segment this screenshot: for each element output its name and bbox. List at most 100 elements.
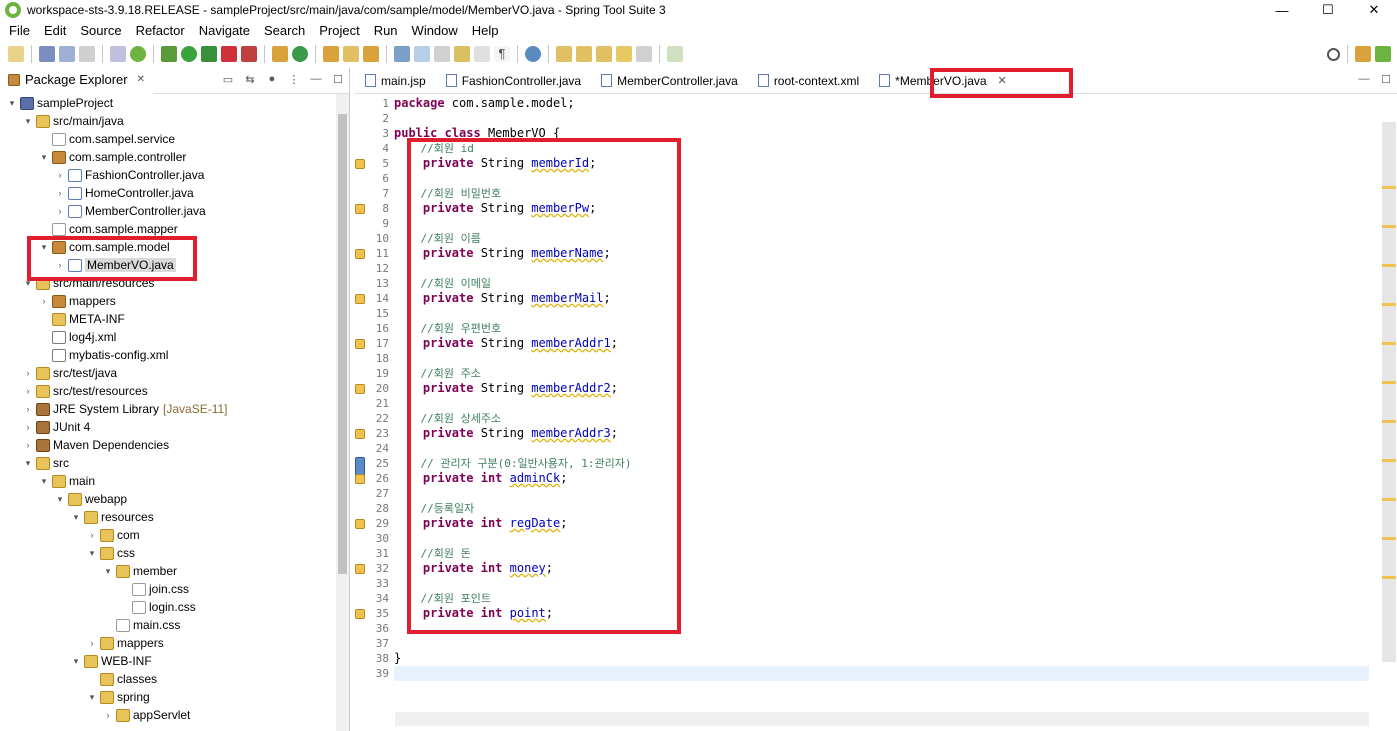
chevron-right-icon[interactable]: › [54, 188, 66, 198]
menu-search[interactable]: Search [257, 23, 312, 38]
minimize-view-icon[interactable]: — [309, 73, 323, 87]
editor-tab[interactable]: *MemberVO.java ✕ [869, 68, 1017, 93]
code-line[interactable]: //회원 이름 [394, 231, 480, 246]
overview-warning-mark[interactable] [1382, 459, 1396, 462]
minimize-editor-icon[interactable]: — [1357, 73, 1371, 87]
code-line[interactable]: //회원 포인트 [394, 591, 490, 606]
code-line[interactable]: //회원 비밀번호 [394, 186, 501, 201]
menu-run[interactable]: Run [367, 23, 405, 38]
search-icon[interactable] [363, 46, 379, 62]
tree-item[interactable]: ▾ webapp [54, 490, 127, 508]
menu-window[interactable]: Window [405, 23, 465, 38]
code-line[interactable]: private String memberPw; [394, 201, 596, 216]
code-line[interactable]: public class MemberVO { [394, 126, 560, 141]
tree-item[interactable]: ▾ src [22, 454, 69, 472]
tree-item[interactable]: ▾ resources [70, 508, 154, 526]
code-line[interactable]: private int regDate; [394, 516, 568, 531]
code-line[interactable]: private int money; [394, 561, 553, 576]
code-line[interactable]: //회원 상세주소 [394, 411, 501, 426]
close-view-icon[interactable]: ✕ [137, 74, 145, 85]
chevron-right-icon[interactable]: › [102, 710, 114, 720]
editor-horizontal-scrollbar[interactable] [395, 712, 1370, 726]
show-whitespace-icon[interactable] [474, 46, 490, 62]
tree-item[interactable]: ▾ src/main/java [22, 112, 124, 130]
code-line[interactable]: //회원 주소 [394, 366, 480, 381]
chevron-down-icon[interactable]: ▾ [102, 566, 114, 577]
tree-item[interactable]: › Maven Dependencies [22, 436, 170, 454]
previous-annotation-icon[interactable] [576, 46, 592, 62]
mark-occurrences-icon[interactable] [414, 46, 430, 62]
toggle-annotation-icon[interactable] [394, 46, 410, 62]
menu-project[interactable]: Project [312, 23, 366, 38]
tree-item[interactable]: join.css [118, 580, 189, 598]
chevron-down-icon[interactable]: ▾ [38, 476, 50, 487]
overview-warning-mark[interactable] [1382, 498, 1396, 501]
tree-item[interactable]: › MemberController.java [54, 202, 206, 220]
editor-tab[interactable]: main.jsp [355, 69, 436, 93]
tree-item[interactable]: › appServlet [102, 706, 191, 724]
overview-warning-mark[interactable] [1382, 225, 1396, 228]
chevron-right-icon[interactable]: › [54, 170, 66, 180]
tree-item[interactable]: login.css [118, 598, 196, 616]
tree-item[interactable]: ▾ main [38, 472, 95, 490]
code-line[interactable]: private int adminCk; [394, 471, 568, 486]
chevron-right-icon[interactable]: › [54, 260, 66, 270]
tree-scrollbar-thumb[interactable] [338, 114, 347, 574]
tree-item[interactable]: ▾ css [86, 544, 135, 562]
tree-scrollbar[interactable] [336, 94, 349, 731]
stop-icon[interactable] [221, 46, 237, 62]
maximize-editor-icon[interactable]: ☐ [1379, 73, 1393, 87]
overview-warning-mark[interactable] [1382, 303, 1396, 306]
chevron-down-icon[interactable]: ▾ [70, 512, 82, 523]
view-menu-icon[interactable]: ⋮ [287, 73, 301, 87]
code-line[interactable]: } [394, 651, 401, 666]
overview-warning-mark[interactable] [1382, 264, 1396, 267]
tree-item[interactable]: › src/test/java [22, 364, 118, 382]
maximize-button[interactable]: ☐ [1305, 0, 1351, 20]
code-line[interactable]: //회원 돈 [394, 546, 470, 561]
overview-warning-mark[interactable] [1382, 576, 1396, 579]
open-perspective-icon[interactable] [1355, 46, 1371, 62]
chevron-down-icon[interactable]: ▾ [86, 692, 98, 703]
tree-item[interactable]: META-INF [38, 310, 125, 328]
spring-boot-icon[interactable] [130, 46, 146, 62]
overview-warning-mark[interactable] [1382, 420, 1396, 423]
code-line[interactable]: private String memberAddr1; [394, 336, 618, 351]
forward-icon[interactable] [636, 46, 652, 62]
tree-item[interactable]: classes [86, 670, 157, 688]
chevron-right-icon[interactable]: › [22, 440, 34, 450]
open-task-icon[interactable] [343, 46, 359, 62]
spring-perspective-icon[interactable] [1375, 46, 1391, 62]
chevron-right-icon[interactable]: › [22, 422, 34, 432]
server-icon[interactable] [241, 46, 257, 62]
close-tab-icon[interactable]: ✕ [998, 74, 1007, 87]
tree-item[interactable]: main.css [102, 616, 180, 634]
menu-edit[interactable]: Edit [37, 23, 73, 38]
link-with-editor-icon[interactable]: ⇆ [243, 73, 257, 87]
editor-tab[interactable]: MemberController.java [591, 69, 748, 93]
minimize-button[interactable]: — [1259, 0, 1305, 20]
code-line[interactable]: //회원 우편번호 [394, 321, 501, 336]
tree-item[interactable]: ▾ member [102, 562, 177, 580]
overview-warning-mark[interactable] [1382, 537, 1396, 540]
close-button[interactable]: ✕ [1351, 0, 1397, 20]
chevron-down-icon[interactable]: ▾ [54, 494, 66, 505]
debug-icon[interactable] [161, 46, 177, 62]
menu-navigate[interactable]: Navigate [192, 23, 257, 38]
code-lines[interactable]: package com.sample.model; public class Me… [394, 94, 1369, 731]
tree-item[interactable]: › mappers [86, 634, 164, 652]
run-icon[interactable] [181, 46, 197, 62]
tree-item[interactable]: › src/test/resources [22, 382, 148, 400]
tree-item[interactable]: › FashionController.java [54, 166, 205, 184]
next-annotation-icon[interactable] [556, 46, 572, 62]
new-icon[interactable] [8, 46, 24, 62]
tree-item[interactable]: › HomeController.java [54, 184, 194, 202]
run-external-icon[interactable] [201, 46, 217, 62]
tree-item[interactable]: › JUnit 4 [22, 418, 91, 436]
block-selection-icon[interactable] [434, 46, 450, 62]
menu-source[interactable]: Source [73, 23, 128, 38]
chevron-right-icon[interactable]: › [86, 530, 98, 540]
chevron-down-icon[interactable]: ▾ [22, 278, 34, 289]
last-edit-icon[interactable] [596, 46, 612, 62]
quick-access-search-icon[interactable] [1327, 47, 1340, 61]
